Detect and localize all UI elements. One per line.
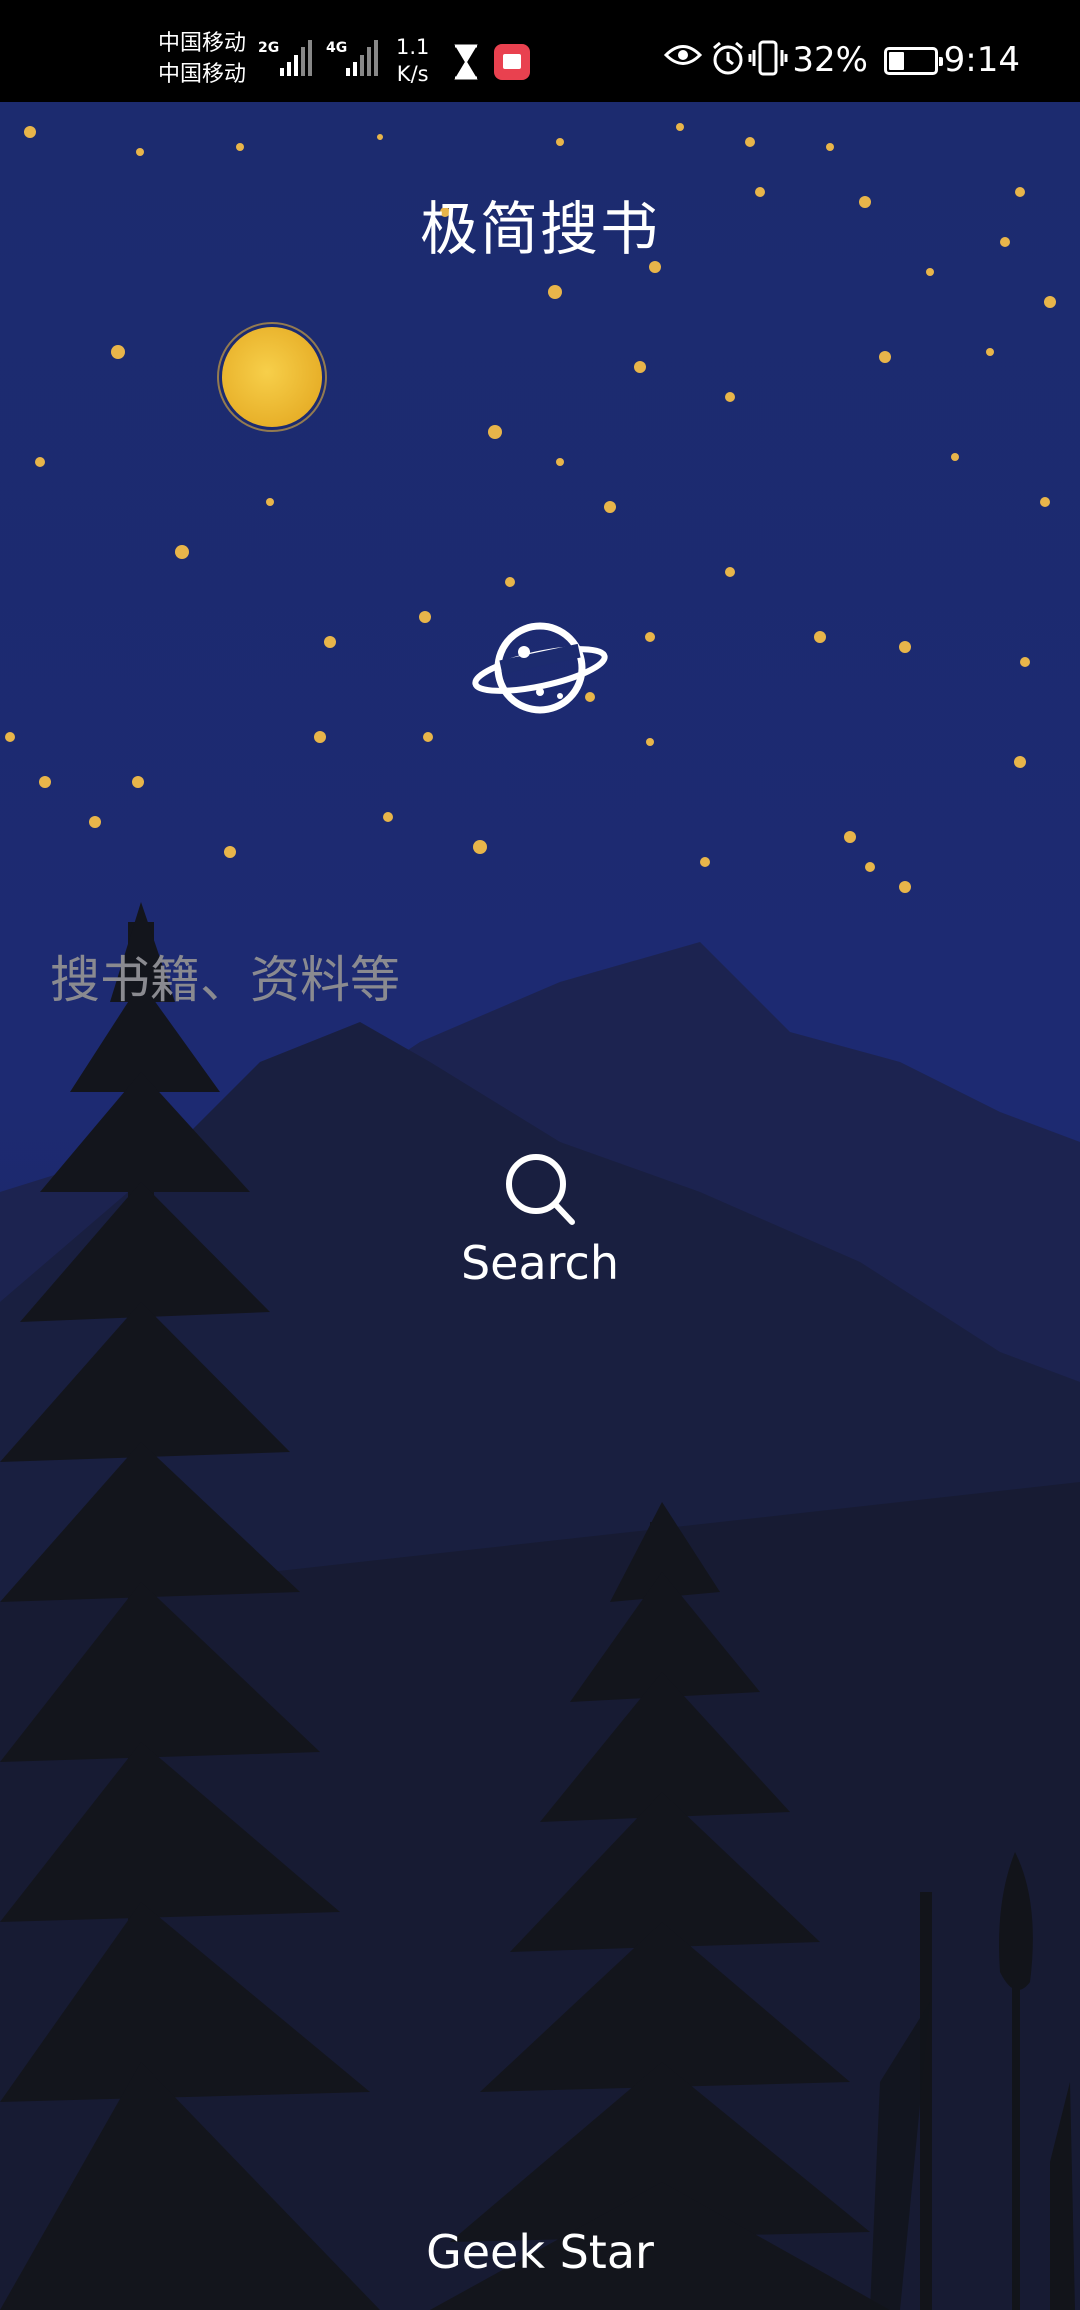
book-app-icon xyxy=(494,44,530,80)
battery-icon xyxy=(884,47,943,75)
carrier-1: 中国移动 xyxy=(158,31,247,56)
network-speed: 1.1 K/s xyxy=(396,34,429,88)
signal-icon xyxy=(346,40,378,76)
search-button-label: Search xyxy=(460,1236,620,1290)
alarm-icon xyxy=(713,41,743,75)
signal-icon xyxy=(280,40,312,76)
speed-unit: K/s xyxy=(396,62,429,86)
planet-logo-icon xyxy=(472,622,608,714)
battery-percent: 32% xyxy=(792,40,868,80)
search-icon xyxy=(506,1154,575,1225)
moon xyxy=(222,327,322,427)
footer-text: Geek Star xyxy=(426,2225,654,2279)
network-type-1: 2G xyxy=(258,40,280,56)
speed-value: 1.1 xyxy=(396,35,430,59)
status-bar: 中国移动 中国移动 2G 4G 1.1 K/s 32% 9:14 xyxy=(0,0,1080,102)
search-button[interactable]: Search xyxy=(440,1150,640,1310)
search-input[interactable] xyxy=(50,945,1030,1015)
hourglass-icon xyxy=(454,44,478,80)
eye-icon xyxy=(664,45,702,65)
carrier-info: 中国移动 中国移动 xyxy=(158,28,246,90)
carrier-2: 中国移动 xyxy=(158,62,247,87)
app-title: 极简搜书 xyxy=(419,195,660,263)
clock: 9:14 xyxy=(943,40,1020,80)
vibrate-icon xyxy=(748,40,788,76)
